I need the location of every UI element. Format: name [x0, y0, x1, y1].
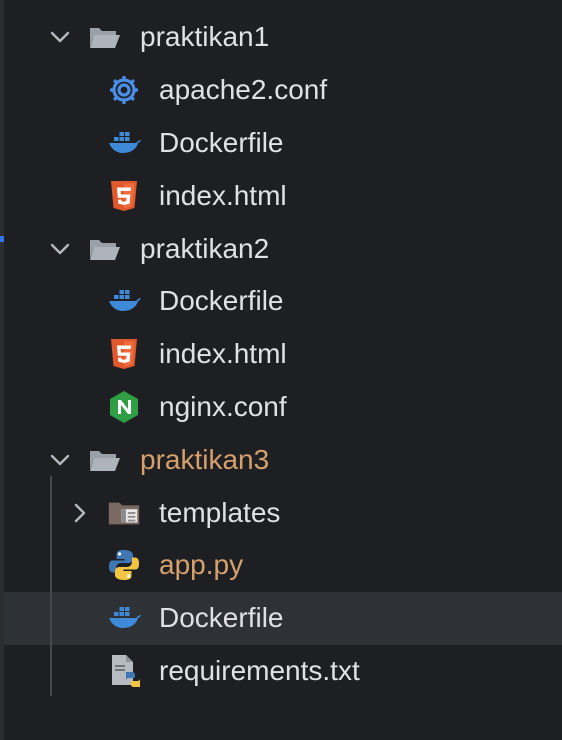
folder-open-icon: [86, 231, 122, 267]
indent-guide-line: [50, 476, 52, 696]
file-name: nginx.conf: [159, 390, 287, 422]
html5-icon: [106, 336, 142, 372]
tree-file-row[interactable]: requirements.txt: [4, 645, 562, 698]
file-name: Dockerfile: [159, 602, 284, 634]
docker-icon: [106, 600, 142, 636]
docker-icon: [106, 125, 142, 161]
tree-file-row[interactable]: Dockerfile: [4, 117, 562, 170]
tree-file-row[interactable]: Dockerfile: [4, 275, 562, 328]
nginx-icon: [106, 389, 142, 425]
python-icon: [106, 547, 142, 583]
tree-file-row[interactable]: Dockerfile: [4, 591, 562, 645]
gear-icon: [106, 72, 142, 108]
requirements-file-icon: [106, 653, 142, 689]
folder-name: praktikan3: [140, 443, 270, 475]
tree-folder-row[interactable]: templates: [4, 486, 562, 539]
tree-file-row[interactable]: nginx.conf: [4, 381, 562, 434]
folder-name: praktikan1: [140, 21, 270, 53]
chevron-down-icon[interactable]: [48, 25, 72, 49]
docker-icon: [106, 283, 142, 319]
folder-open-icon: [86, 442, 122, 478]
tree-folder-row[interactable]: praktikan3: [4, 433, 562, 486]
file-name: index.html: [159, 338, 287, 370]
file-name: index.html: [159, 179, 287, 211]
folder-open-icon: [86, 19, 122, 55]
templates-folder-icon: [106, 495, 142, 531]
file-name: Dockerfile: [159, 285, 284, 317]
chevron-down-icon[interactable]: [48, 237, 72, 261]
chevron-right-icon[interactable]: [68, 501, 92, 525]
file-name: requirements.txt: [159, 654, 360, 686]
project-file-tree: praktikan1 apache2.conf Dockerfile index.ht…: [4, 11, 562, 697]
html5-icon: [106, 178, 142, 214]
folder-name: praktikan2: [140, 232, 270, 264]
file-name: Dockerfile: [159, 126, 284, 158]
folder-name: templates: [159, 496, 281, 528]
chevron-down-icon[interactable]: [48, 448, 72, 472]
file-name: app.py: [159, 549, 244, 581]
tree-file-row[interactable]: apache2.conf: [4, 64, 562, 117]
file-name: apache2.conf: [159, 74, 328, 106]
tree-file-row[interactable]: index.html: [4, 328, 562, 381]
tree-folder-row[interactable]: praktikan1: [4, 11, 562, 64]
tree-file-row[interactable]: index.html: [4, 169, 562, 222]
tree-file-row[interactable]: app.py: [4, 539, 562, 592]
tree-folder-row[interactable]: praktikan2: [4, 222, 562, 275]
